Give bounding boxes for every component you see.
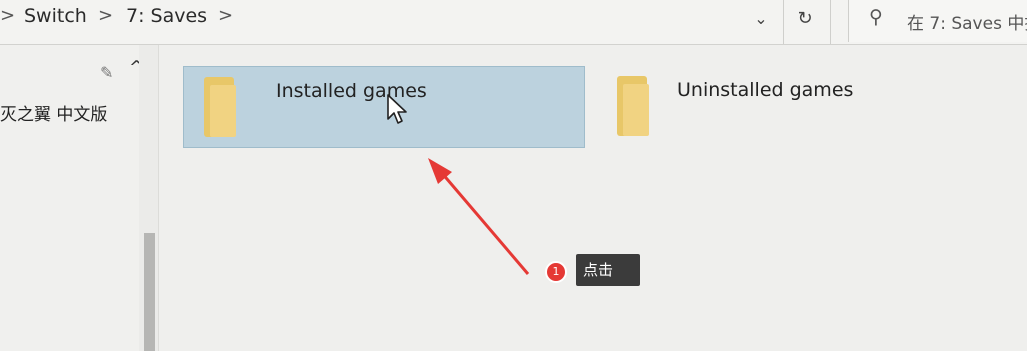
- breadcrumb-separator[interactable]: >: [218, 5, 233, 26]
- annotation-tooltip: 点击: [576, 254, 640, 286]
- chevron-down-icon[interactable]: ⌄: [748, 6, 774, 32]
- pin-icon[interactable]: ✎: [100, 63, 113, 82]
- folder-installed-games[interactable]: Installed games: [183, 66, 585, 148]
- divider: [830, 0, 831, 44]
- breadcrumb-separator[interactable]: >: [98, 5, 113, 26]
- folder-uninstalled-games[interactable]: Uninstalled games: [603, 66, 903, 146]
- folder-icon: [204, 77, 236, 137]
- scrollbar-thumb[interactable]: [144, 233, 155, 351]
- search-icon: ⚲: [869, 6, 883, 28]
- navigation-pane: ✎ ^ 灭之翼 中文版: [0, 45, 159, 351]
- nav-item-game-folder[interactable]: 灭之翼 中文版: [0, 100, 107, 125]
- refresh-icon[interactable]: ↻: [792, 6, 818, 32]
- search-placeholder: 在 7: Saves 中搜: [907, 14, 1027, 34]
- address-bar[interactable]: > Switch > 7: Saves > ⌄ ↻ ⚲ 在 7: Saves 中…: [0, 0, 1027, 45]
- divider: [783, 0, 784, 44]
- folder-icon: [617, 76, 649, 136]
- file-list: Installed games Uninstalled games: [159, 45, 1027, 351]
- breadcrumb-saves[interactable]: 7: Saves: [126, 5, 207, 27]
- folder-label: Uninstalled games: [677, 79, 854, 101]
- search-input[interactable]: ⚲ 在 7: Saves 中搜: [848, 0, 1027, 42]
- breadcrumb-separator: >: [0, 5, 16, 26]
- breadcrumb-switch[interactable]: Switch: [24, 5, 87, 27]
- step-number-badge: 1: [545, 261, 567, 283]
- mouse-cursor-icon: [387, 94, 407, 124]
